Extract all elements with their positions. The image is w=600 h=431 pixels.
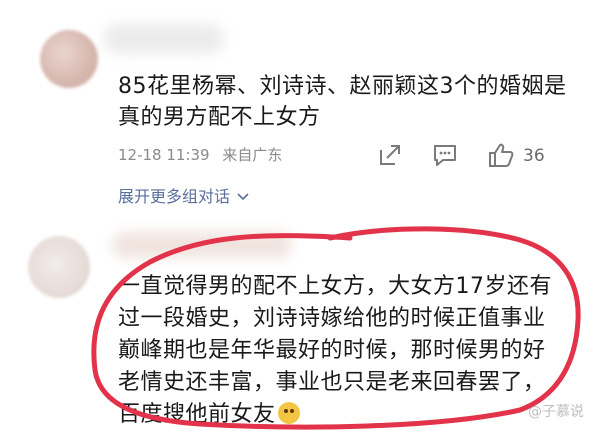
- comment-meta: 12-18 11:39 来自广东: [118, 144, 290, 165]
- avatar[interactable]: [28, 236, 90, 298]
- like-icon[interactable]: [487, 142, 515, 172]
- username-redacted: [104, 24, 224, 54]
- avatar[interactable]: [40, 30, 98, 88]
- comment-text: 85花里杨幂、刘诗诗、赵丽颖这3个的婚姻是真的男方配不上女方: [118, 74, 567, 130]
- username-redacted: [112, 232, 292, 258]
- comment-icon[interactable]: [431, 142, 459, 172]
- smile-emoji-icon: [277, 402, 300, 424]
- location: 来自广东: [222, 146, 283, 164]
- like-count: 36: [523, 146, 545, 166]
- comment-body: 一直觉得男的配不上女方，大女方17岁还有过一段婚史，刘诗诗嫁给他的时候正值事业巅…: [118, 274, 552, 427]
- watermark: @子慕说: [528, 404, 584, 420]
- comment-text: 一直觉得男的配不上女方，大女方17岁还有过一段婚史，刘诗诗嫁给他的时候正值事业巅…: [118, 271, 558, 431]
- timestamp: 12-18 11:39: [118, 146, 210, 164]
- chevron-down-icon: [237, 187, 249, 206]
- share-icon[interactable]: [377, 142, 403, 172]
- comment-actions: 36: [375, 140, 585, 172]
- expand-replies-link[interactable]: 展开更多组对话: [118, 183, 249, 207]
- expand-label: 展开更多组对话: [118, 187, 231, 206]
